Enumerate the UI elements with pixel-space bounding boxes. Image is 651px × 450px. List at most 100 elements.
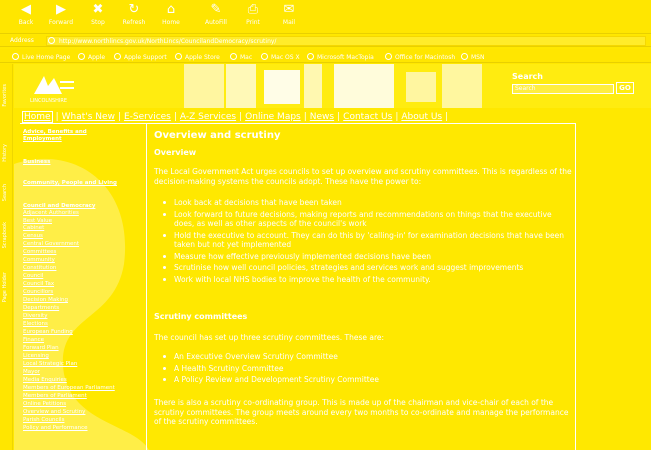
logo-text: LINCOLNSHIRE [30, 98, 67, 104]
list-item: Scrutinise how well council policies, st… [159, 263, 569, 273]
list-item: Measure how effective previously impleme… [159, 252, 569, 262]
sidebar-item[interactable]: Elections [23, 321, 48, 328]
nav-home[interactable]: Home [22, 111, 53, 123]
link-item[interactable]: Apple Store [175, 53, 220, 61]
link-item[interactable]: Apple [78, 53, 105, 61]
globe-icon [261, 53, 268, 60]
back-label: Back [18, 19, 34, 26]
sidebar-item[interactable]: Departments [23, 305, 59, 312]
sidebar-item[interactable]: Members of Parliament [23, 393, 87, 400]
page-title: Overview and scrutiny [154, 130, 281, 141]
sidebar-item[interactable]: Council [23, 273, 43, 280]
tab-history[interactable]: History [2, 144, 8, 162]
nav-contact-us[interactable]: Contact Us [343, 112, 392, 122]
link-item[interactable]: Microsoft MacTopia [307, 53, 374, 61]
tab-favorites[interactable]: Favorites [2, 84, 8, 107]
link-item[interactable]: MSN [461, 53, 484, 61]
sidebar-item[interactable]: Constitution [23, 265, 56, 272]
tab-search[interactable]: Search [2, 184, 8, 201]
search-go-button[interactable]: GO [616, 82, 634, 94]
autofill-label: AutoFill [205, 19, 227, 26]
council-logo[interactable]: LINCOLNSHIRE [30, 72, 76, 104]
home-button[interactable]: ⌂ Home [151, 3, 191, 27]
link-label: Live Home Page [22, 54, 71, 61]
coordinating-group-paragraph: There is also a scrutiny co-ordinating g… [154, 398, 569, 426]
main-nav: Home | What's New | E-Services | A-Z Services |… [22, 111, 449, 123]
nav-news[interactable]: News [310, 112, 334, 122]
autofill-icon: ✎ [210, 2, 222, 17]
list-item: Hold the executive to account. They can … [159, 231, 569, 250]
sidebar-heading[interactable]: Advice, Benefits and Employment [23, 129, 123, 143]
sidebar-item[interactable]: Committees [23, 249, 56, 256]
sidebar-item[interactable]: Central Government [23, 241, 79, 248]
stop-button[interactable]: ✖ Stop [78, 2, 118, 27]
link-label: Apple [88, 54, 106, 61]
sidebar-item[interactable]: Diversity [23, 313, 47, 320]
list-item: Look back at decisions that have been ta… [159, 198, 569, 208]
mail-button[interactable]: ✉ Mail [269, 3, 309, 27]
sidebar-item[interactable]: Local Strategic Plan [23, 361, 77, 368]
sidebar-heading[interactable]: Business [23, 159, 50, 166]
sidebar-item[interactable]: European Funding [23, 329, 73, 336]
sidebar-item[interactable]: Members of European Parliament [23, 385, 115, 392]
list-item: An Executive Overview Scrutiny Committee [159, 352, 569, 362]
globe-icon [385, 53, 392, 60]
globe-icon [114, 53, 121, 60]
nav-e-services[interactable]: E-Services [124, 112, 171, 122]
url-field[interactable]: http://www.northlincs.gov.uk/NorthLincs/… [46, 36, 646, 46]
print-label: Print [246, 19, 260, 26]
link-item[interactable]: Apple Support [114, 53, 167, 61]
link-label: Mac [240, 54, 253, 61]
sidebar-item[interactable]: Forward Plan [23, 345, 59, 352]
sidebar-item[interactable]: Mayor [23, 369, 40, 376]
link-item[interactable]: Mac [230, 53, 252, 61]
nav-whats-new[interactable]: What's New [62, 112, 115, 122]
forward-button[interactable]: ▶ Forward [41, 3, 81, 27]
sidebar-item[interactable]: Overview and Scrutiny [23, 409, 85, 416]
link-item[interactable]: Office for Macintosh [385, 53, 455, 61]
sidebar-item[interactable]: Policy and Performance [23, 425, 88, 432]
address-bar: Address http://www.northlincs.gov.uk/Nor… [0, 35, 651, 47]
link-label: Mac OS X [271, 54, 300, 61]
stop-icon: ✖ [92, 2, 104, 17]
nav-about-us[interactable]: About Us [401, 112, 442, 122]
print-button[interactable]: ⎙ Print [233, 3, 273, 27]
search-heading: Search [512, 72, 543, 81]
overview-paragraph: The Local Government Act urges councils … [154, 167, 572, 186]
globe-icon [48, 37, 55, 44]
globe-icon [230, 53, 237, 60]
autofill-button[interactable]: ✎ AutoFill [196, 2, 236, 27]
refresh-button[interactable]: ↻ Refresh [114, 3, 154, 27]
back-button[interactable]: ◀ Back [6, 2, 46, 27]
sidebar-item[interactable]: Parish Councils [23, 417, 64, 424]
link-item[interactable]: Mac OS X [261, 53, 300, 61]
tab-page-holder[interactable]: Page Holder [2, 272, 8, 302]
link-label: MSN [471, 54, 485, 61]
sidebar-item[interactable]: Community [23, 257, 55, 264]
sidebar-item[interactable]: Finance [23, 337, 44, 344]
sidebar-item[interactable]: Councillors [23, 289, 53, 296]
sidebar-item[interactable]: Online Petitions [23, 401, 66, 408]
sidebar-item[interactable]: Cabinet [23, 225, 44, 232]
sidebar-item[interactable]: Decision Making [23, 297, 68, 304]
back-arrow-icon: ◀ [21, 2, 31, 17]
home-label: Home [162, 19, 180, 26]
section-heading-overview: Overview [154, 148, 197, 157]
search-input[interactable]: Search [512, 84, 614, 94]
content-border [575, 124, 576, 450]
sidebar-item[interactable]: Media Enquiries [23, 377, 67, 384]
banner-image [184, 64, 482, 108]
committees-intro: The council has set up three scrutiny co… [154, 333, 385, 342]
link-item[interactable]: Live Home Page [12, 53, 70, 61]
links-bar: Live Home Page Apple Apple Support Apple… [0, 49, 651, 63]
sidebar-item[interactable]: Census [23, 233, 43, 240]
sidebar-item[interactable]: Licensing [23, 353, 49, 360]
sidebar-heading[interactable]: Community, People and Living [23, 180, 117, 187]
sidebar-item[interactable]: Adjacent Authorities [23, 210, 79, 217]
tab-scrapbook[interactable]: Scrapbook [2, 222, 8, 248]
sidebar-item[interactable]: Council Tax [23, 281, 54, 288]
sidebar-item[interactable]: Best Value [23, 218, 52, 225]
nav-online-maps[interactable]: Online Maps [245, 112, 301, 122]
sidebar-heading[interactable]: Council and Democracy [23, 203, 95, 210]
nav-a-z-services[interactable]: A-Z Services [180, 112, 236, 122]
